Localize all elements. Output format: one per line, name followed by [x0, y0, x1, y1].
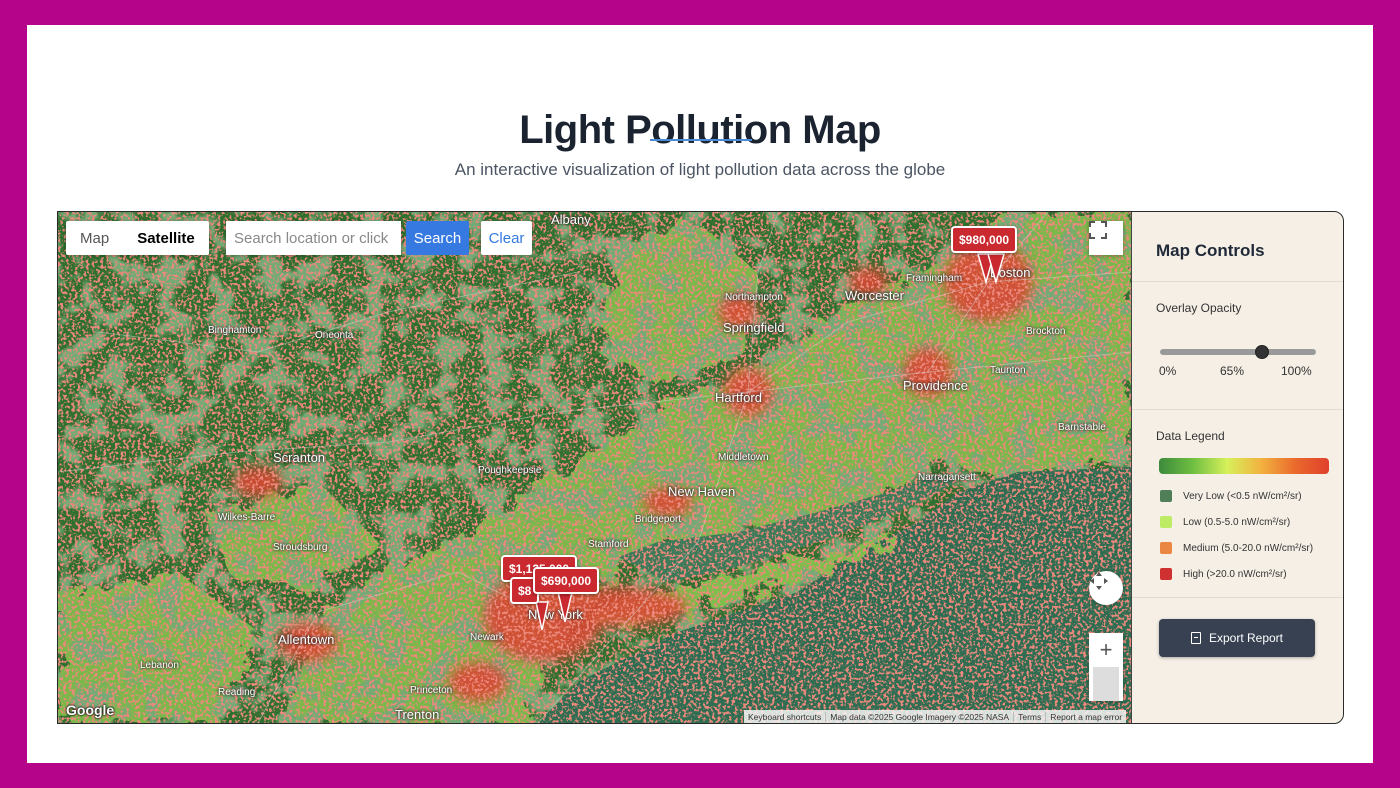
camera-control-button[interactable] — [1089, 571, 1123, 605]
zoom-in-button[interactable]: + — [1089, 633, 1123, 667]
map-container: Albany Boston Worcester Framingham North… — [57, 211, 1344, 724]
panel-divider — [1132, 281, 1343, 282]
map-data-credit: Map data ©2025 Google Imagery ©2025 NASA — [825, 711, 1013, 722]
legend-gradient-bar — [1159, 458, 1329, 474]
place-label: Lebanon — [140, 660, 179, 671]
opacity-slider-thumb[interactable] — [1255, 345, 1270, 359]
legend-swatch — [1160, 542, 1172, 554]
place-label: Springfield — [723, 320, 785, 335]
document-icon — [1190, 632, 1201, 644]
place-label: Brockton — [1026, 326, 1066, 337]
terms-link[interactable]: Terms — [1013, 711, 1045, 722]
search-button[interactable]: Search — [406, 221, 469, 255]
report-error-link[interactable]: Report a map error — [1045, 711, 1126, 722]
opacity-slider-track[interactable] — [1160, 349, 1316, 355]
price-marker[interactable]: $690,000 — [533, 567, 600, 594]
place-label: Barnstable — [1058, 422, 1106, 433]
legend-item: Medium (5.0-20.0 nW/cm²/sr) — [1160, 541, 1313, 555]
fullscreen-icon — [1089, 221, 1107, 239]
camera-move-icon — [1090, 572, 1108, 590]
map-type-satellite[interactable]: Satellite — [123, 221, 209, 255]
place-label: Framingham — [906, 273, 963, 284]
opacity-label: Overlay Opacity — [1156, 301, 1242, 315]
place-label: New Haven — [668, 484, 736, 499]
page-subtitle: An interactive visualization of light po… — [454, 160, 946, 179]
place-label: Worcester — [845, 288, 904, 303]
light-pollution-overlay — [58, 212, 1131, 723]
legend-item: High (>20.0 nW/cm²/sr) — [1160, 567, 1287, 581]
legend-item: Very Low (<0.5 nW/cm²/sr) — [1160, 489, 1302, 503]
legend-item: Low (0.5-5.0 nW/cm²/sr) — [1160, 515, 1290, 529]
panel-title: Map Controls — [1156, 241, 1265, 260]
place-label: Hartford — [715, 390, 762, 405]
legend-item-label: Low (0.5-5.0 nW/cm²/sr) — [1183, 516, 1291, 528]
legend-swatch — [1160, 568, 1172, 580]
location-search-input[interactable] — [226, 221, 401, 255]
place-label: Scranton — [273, 450, 326, 465]
map-attribution: Keyboard shortcuts Map data ©2025 Google… — [744, 710, 1127, 723]
place-label: Stroudsburg — [273, 542, 328, 553]
opacity-min-label: 0% — [1159, 364, 1177, 378]
map-controls-panel: Map Controls Overlay Opacity 0% 65% 100%… — [1131, 212, 1343, 723]
legend-item-label: Medium (5.0-20.0 nW/cm²/sr) — [1183, 542, 1314, 554]
legend-item-label: High (>20.0 nW/cm²/sr) — [1183, 568, 1287, 580]
export-report-button[interactable]: Export Report — [1159, 619, 1315, 657]
legend-item-label: Very Low (<0.5 nW/cm²/sr) — [1183, 490, 1302, 502]
place-label: New York — [528, 607, 583, 622]
price-marker[interactable]: $980,000 — [951, 226, 1018, 253]
fullscreen-button[interactable] — [1089, 221, 1123, 255]
keyboard-shortcuts-link[interactable]: Keyboard shortcuts — [744, 712, 825, 722]
legend-swatch — [1160, 516, 1172, 528]
legend-label: Data Legend — [1156, 429, 1225, 443]
title-underline — [650, 139, 752, 141]
clear-button[interactable]: Clear — [481, 221, 532, 255]
panel-divider — [1132, 597, 1343, 598]
place-label: Boston — [990, 265, 1031, 280]
place-label: Trenton — [395, 707, 440, 722]
zoom-control: + − — [1089, 633, 1123, 701]
place-label: Poughkeepsie — [478, 465, 542, 476]
map-type-map[interactable]: Map — [66, 221, 123, 255]
map-canvas[interactable]: Albany Boston Worcester Framingham North… — [58, 212, 1131, 723]
legend-swatch — [1160, 490, 1172, 502]
zoom-divider — [1093, 667, 1119, 701]
panel-divider — [1132, 409, 1343, 410]
opacity-max-label: 100% — [1281, 364, 1312, 378]
place-label: Reading — [218, 687, 256, 698]
place-label: Northampton — [725, 292, 783, 303]
page-title: Light Pollution Map — [519, 108, 881, 152]
place-label: Allentown — [278, 632, 335, 647]
place-label: Princeton — [410, 685, 453, 696]
place-label: Stamford — [588, 539, 629, 550]
opacity-value-label: 65% — [1220, 364, 1245, 378]
place-label: Narragansett — [918, 472, 976, 483]
place-label: Bridgeport — [635, 514, 682, 525]
place-label: Taunton — [990, 365, 1026, 376]
place-label: Newark — [470, 632, 504, 643]
place-label: Middletown — [718, 452, 769, 463]
place-label: Oneonta — [315, 330, 354, 341]
place-label: Wilkes-Barre — [218, 512, 276, 523]
place-label: Albany — [551, 212, 591, 227]
google-logo: Google — [66, 702, 115, 718]
place-label: Providence — [903, 378, 969, 393]
place-label: Binghamton — [208, 325, 262, 336]
page-card: Light Pollution Map An interactive visua… — [27, 25, 1373, 763]
map-type-toggle: Map Satellite — [66, 221, 209, 255]
export-report-label: Export Report — [1208, 631, 1284, 645]
